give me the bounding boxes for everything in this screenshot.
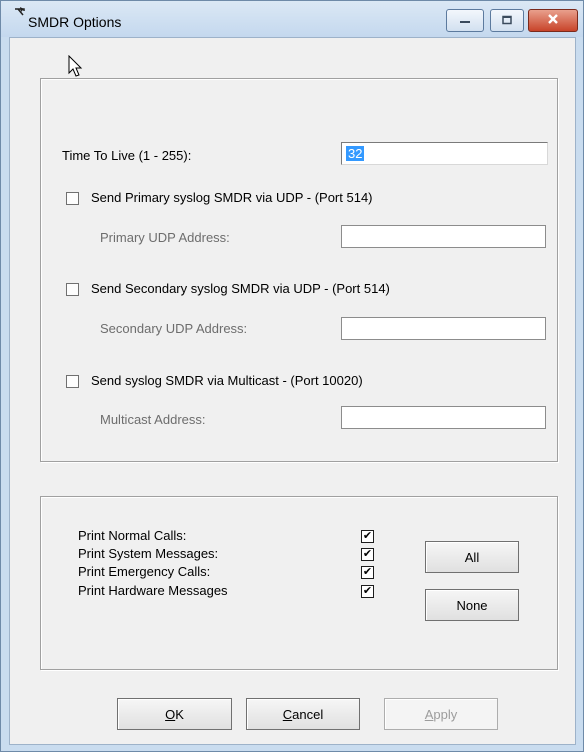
- window-title: SMDR Options: [28, 14, 122, 30]
- secondary-udp-address-input[interactable]: [341, 317, 546, 340]
- close-icon: [546, 13, 560, 28]
- checkmark-icon: ✔: [362, 585, 373, 597]
- ttl-value: 32: [346, 146, 365, 161]
- ok-button[interactable]: OK: [117, 698, 232, 730]
- primary-syslog-label[interactable]: Send Primary syslog SMDR via UDP - (Port…: [91, 190, 373, 205]
- multicast-syslog-label[interactable]: Send syslog SMDR via Multicast - (Port 1…: [91, 373, 363, 388]
- print-normal-calls-label: Print Normal Calls:: [78, 528, 187, 543]
- print-emergency-calls-checkbox[interactable]: ✔: [361, 566, 374, 579]
- ttl-input[interactable]: 32: [341, 142, 548, 165]
- multicast-syslog-checkbox[interactable]: [66, 375, 79, 388]
- cancel-button[interactable]: Cancel: [246, 698, 360, 730]
- mouse-cursor-icon: [68, 54, 84, 82]
- print-hardware-messages-label: Print Hardware Messages: [78, 583, 228, 598]
- checkmark-icon: ✔: [362, 530, 373, 542]
- multicast-address-input[interactable]: [341, 406, 546, 429]
- minimize-button[interactable]: [446, 9, 484, 32]
- multicast-address-label: Multicast Address:: [100, 412, 206, 427]
- print-emergency-calls-label: Print Emergency Calls:: [78, 564, 211, 579]
- cancel-button-label: Cancel: [283, 707, 323, 722]
- syslog-group: [40, 78, 558, 462]
- secondary-syslog-label[interactable]: Send Secondary syslog SMDR via UDP - (Po…: [91, 281, 390, 296]
- apply-button[interactable]: Apply: [384, 698, 498, 730]
- maximize-icon: [501, 13, 513, 28]
- none-button-label: None: [456, 597, 488, 613]
- apply-label-rest: pply: [433, 706, 458, 722]
- primary-udp-address-input[interactable]: [341, 225, 546, 248]
- checkmark-icon: ✔: [362, 566, 373, 578]
- print-hardware-messages-checkbox[interactable]: ✔: [361, 585, 374, 598]
- all-button[interactable]: All: [425, 541, 519, 573]
- apply-button-label: Apply: [425, 707, 458, 722]
- print-system-messages-checkbox[interactable]: ✔: [361, 548, 374, 561]
- title-bar[interactable]: SMDR Options: [1, 1, 583, 37]
- ok-button-label: OK: [165, 707, 184, 722]
- smdr-options-window: SMDR Options Time To Live (1 - 255): 32 …: [0, 0, 584, 752]
- ttl-label: Time To Live (1 - 255):: [62, 148, 192, 163]
- all-button-label: All: [464, 549, 480, 565]
- print-normal-calls-checkbox[interactable]: ✔: [361, 530, 374, 543]
- cancel-label-rest: ancel: [292, 706, 324, 722]
- ok-label-rest: K: [175, 706, 184, 722]
- checkmark-icon: ✔: [362, 548, 373, 560]
- secondary-udp-address-label: Secondary UDP Address:: [100, 321, 248, 336]
- secondary-syslog-checkbox[interactable]: [66, 283, 79, 296]
- dialog-client-area: Time To Live (1 - 255): 32 Send Primary …: [9, 37, 576, 745]
- minimize-icon: [458, 13, 472, 28]
- none-button[interactable]: None: [425, 589, 519, 621]
- close-button[interactable]: [528, 9, 578, 32]
- cancel-mnemonic: C: [282, 706, 293, 722]
- primary-udp-address-label: Primary UDP Address:: [100, 230, 230, 245]
- print-system-messages-label: Print System Messages:: [78, 546, 219, 561]
- maximize-button[interactable]: [490, 9, 524, 32]
- primary-syslog-checkbox[interactable]: [66, 192, 79, 205]
- smdr-app-icon: [12, 6, 28, 22]
- ok-mnemonic: O: [165, 706, 176, 722]
